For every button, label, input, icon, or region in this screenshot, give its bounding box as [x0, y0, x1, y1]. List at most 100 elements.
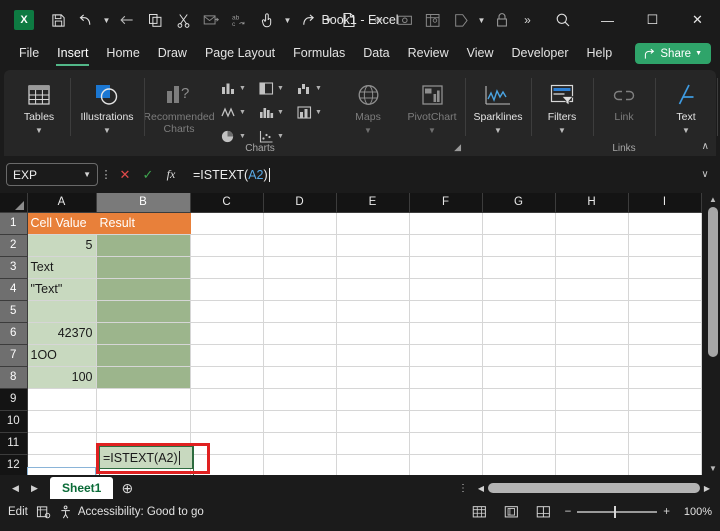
cell-b2-editing[interactable]: =ISTEXT(A2)	[99, 446, 193, 469]
cell-f1[interactable]	[409, 212, 483, 235]
search-icon[interactable]	[541, 0, 585, 40]
cell-a5[interactable]	[27, 300, 97, 323]
pivotchart-chevron-down-icon[interactable]: ▼	[428, 125, 436, 137]
scroll-down-arrow-icon[interactable]: ▼	[706, 462, 720, 475]
tab-home[interactable]: Home	[97, 44, 148, 63]
column-header-h[interactable]: H	[555, 193, 629, 213]
cell-b9[interactable]	[96, 388, 191, 411]
cell-b7[interactable]	[96, 344, 191, 367]
lock-icon[interactable]	[488, 6, 516, 34]
sparklines-button[interactable]: Sparklines ▼	[465, 70, 531, 156]
previous-sheet-button[interactable]: ◀	[6, 483, 25, 494]
save-icon[interactable]	[44, 6, 72, 34]
cell-i4[interactable]	[628, 278, 702, 301]
column-chart-chevron-down-icon[interactable]: ▼	[239, 85, 246, 92]
label-chevron-down-icon[interactable]: ▼	[475, 6, 488, 34]
zoom-slider-knob[interactable]	[614, 506, 617, 518]
cell-h6[interactable]	[555, 322, 629, 345]
tab-view[interactable]: View	[458, 44, 503, 63]
cell-g4[interactable]	[482, 278, 556, 301]
cell-d3[interactable]	[263, 256, 337, 279]
bar-chart-icon[interactable]: ▼	[258, 76, 296, 100]
row-header-2[interactable]: 2	[0, 234, 28, 257]
cell-e11[interactable]	[336, 432, 410, 455]
cell-f8[interactable]	[409, 366, 483, 389]
row-header-3[interactable]: 3	[0, 256, 28, 279]
cell-e5[interactable]	[336, 300, 410, 323]
cell-a12[interactable]	[27, 454, 97, 475]
page-layout-view-icon[interactable]	[501, 504, 523, 520]
cell-a1[interactable]: Cell Value	[27, 212, 97, 235]
cell-g2[interactable]	[482, 234, 556, 257]
add-sheet-button[interactable]: ⊕	[113, 480, 141, 497]
accessibility-status[interactable]: Accessibility: Good to go	[59, 505, 204, 520]
cell-e1[interactable]	[336, 212, 410, 235]
row-header-4[interactable]: 4	[0, 278, 28, 301]
normal-view-icon[interactable]	[469, 504, 491, 520]
row-header-8[interactable]: 8	[0, 366, 28, 389]
row-header-9[interactable]: 9	[0, 388, 28, 411]
scroll-right-arrow-icon[interactable]: ▶	[700, 484, 714, 493]
cell-f3[interactable]	[409, 256, 483, 279]
illustrations-chevron-down-icon[interactable]: ▼	[103, 125, 111, 137]
cell-a10[interactable]	[27, 410, 97, 433]
waterfall-chart-icon[interactable]: ▼	[296, 76, 334, 100]
cell-h11[interactable]	[555, 432, 629, 455]
tab-file[interactable]: File	[10, 44, 48, 63]
cell-g6[interactable]	[482, 322, 556, 345]
combo-chart-chevron-down-icon[interactable]: ▼	[315, 109, 322, 116]
cell-h9[interactable]	[555, 388, 629, 411]
cell-i6[interactable]	[628, 322, 702, 345]
pie-chart-chevron-down-icon[interactable]: ▼	[239, 133, 246, 140]
column-header-i[interactable]: I	[628, 193, 702, 213]
cell-d4[interactable]	[263, 278, 337, 301]
share-button[interactable]: Share ▼	[635, 43, 711, 64]
page-break-view-icon[interactable]	[533, 504, 555, 520]
cell-g9[interactable]	[482, 388, 556, 411]
next-sheet-button[interactable]: ▶	[25, 483, 44, 494]
cell-e4[interactable]	[336, 278, 410, 301]
cell-g1[interactable]	[482, 212, 556, 235]
waterfall-chart-chevron-down-icon[interactable]: ▼	[315, 85, 322, 92]
cell-i8[interactable]	[628, 366, 702, 389]
cell-a11[interactable]	[27, 432, 97, 455]
cell-d1[interactable]	[263, 212, 337, 235]
cell-a3[interactable]: Text	[27, 256, 97, 279]
cell-c8[interactable]	[190, 366, 264, 389]
cell-c1[interactable]	[190, 212, 264, 235]
cell-c6[interactable]	[190, 322, 264, 345]
row-header-6[interactable]: 6	[0, 322, 28, 345]
cell-i3[interactable]	[628, 256, 702, 279]
redo-chevron-down-icon[interactable]: ▼	[322, 6, 335, 34]
new-file-icon[interactable]	[335, 6, 363, 34]
cell-f10[interactable]	[409, 410, 483, 433]
cell-e2[interactable]	[336, 234, 410, 257]
cell-h10[interactable]	[555, 410, 629, 433]
cell-c9[interactable]	[190, 388, 264, 411]
cell-i10[interactable]	[628, 410, 702, 433]
cell-h3[interactable]	[555, 256, 629, 279]
sheet-tab-sheet1[interactable]: Sheet1	[50, 477, 114, 499]
cell-c5[interactable]	[190, 300, 264, 323]
vertical-scrollbar[interactable]: ▲ ▼	[706, 193, 720, 475]
cell-d5[interactable]	[263, 300, 337, 323]
cell-b3[interactable]	[96, 256, 191, 279]
row-header-11[interactable]: 11	[0, 432, 28, 455]
cell-b8[interactable]	[96, 366, 191, 389]
column-chart-icon[interactable]: ▼	[220, 76, 258, 100]
cell-c10[interactable]	[190, 410, 264, 433]
cell-f11[interactable]	[409, 432, 483, 455]
cell-c3[interactable]	[190, 256, 264, 279]
cell-b2[interactable]	[96, 234, 191, 257]
touch-mode-icon[interactable]	[253, 6, 281, 34]
tab-formulas[interactable]: Formulas	[284, 44, 354, 63]
scroll-left-arrow-icon[interactable]: ◀	[474, 484, 488, 493]
spelling-icon[interactable]: ab c	[225, 6, 253, 34]
quick-access-overflow-button[interactable]: »	[516, 13, 538, 27]
cell-f12[interactable]	[409, 454, 483, 475]
cell-e12[interactable]	[336, 454, 410, 475]
enter-formula-button[interactable]: ✓	[137, 163, 159, 186]
text-chevron-down-icon[interactable]: ▼	[682, 125, 690, 137]
cell-a8[interactable]: 100	[27, 366, 97, 389]
open-email-icon[interactable]	[197, 6, 225, 34]
